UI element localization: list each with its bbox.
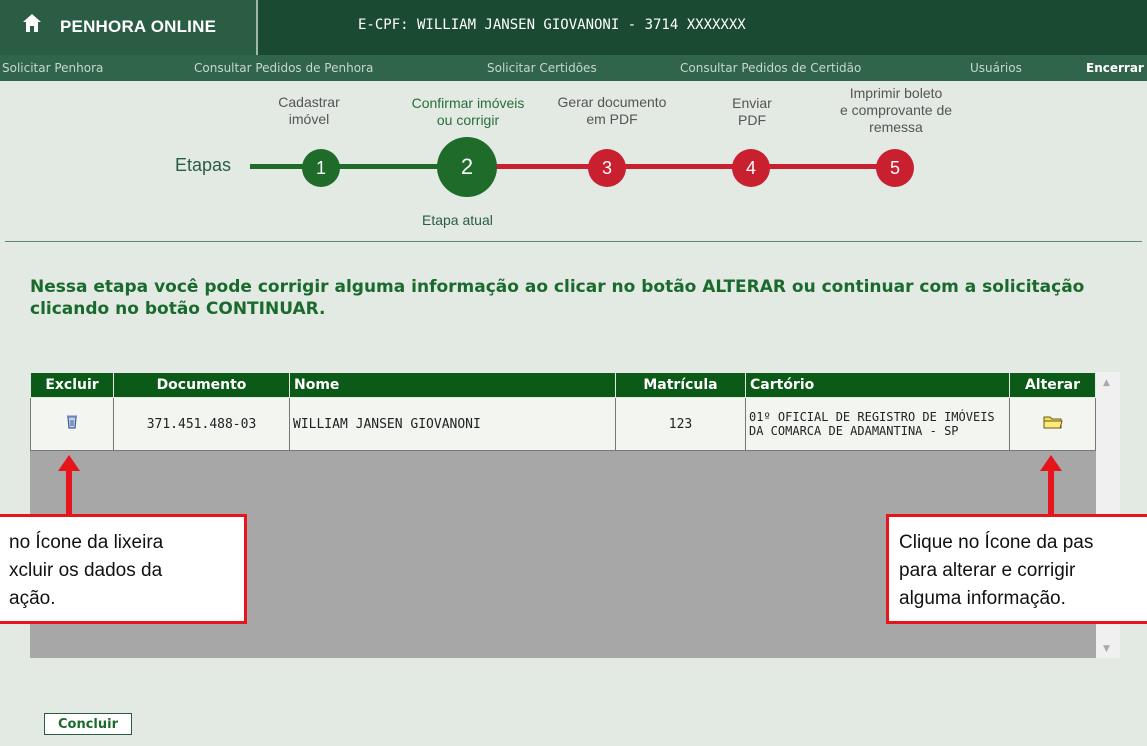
scroll-down-icon[interactable]: ▼	[1103, 644, 1110, 654]
properties-table: Excluir Documento Nome Matrícula Cartóri…	[30, 372, 1096, 451]
app-title: PENHORA ONLINE	[60, 17, 217, 36]
arrow-shaft-left	[66, 470, 72, 515]
home-icon[interactable]	[22, 13, 42, 33]
ecpf-label: E-CPF: WILLIAM JANSEN GIOVANONI - 3714 X…	[358, 17, 746, 33]
folder-icon[interactable]	[1043, 414, 1063, 430]
step-2-label: Confirmar imóveis ou corrigir	[411, 95, 525, 128]
callout-delete-hint: no Ícone da lixeira xcluir os dados da a…	[0, 514, 247, 624]
scroll-up-icon[interactable]: ▲	[1103, 378, 1110, 388]
steps-progress: Cadastrar imóvel Confirmar imóveis ou co…	[0, 82, 1147, 242]
arrow-head-left	[58, 455, 80, 471]
step-1-circle: 1	[302, 149, 340, 187]
col-header-excluir: Excluir	[30, 372, 114, 398]
arrow-head-right	[1040, 455, 1062, 471]
steps-title: Etapas	[175, 155, 232, 175]
concluir-button[interactable]: Concluir	[44, 713, 132, 735]
step-3-circle: 3	[588, 149, 626, 187]
current-step-label: Etapa atual	[422, 212, 493, 228]
step-5-circle: 5	[876, 149, 914, 187]
progress-line-pending	[455, 164, 895, 169]
cell-matricula: 123	[615, 397, 746, 451]
arrow-shaft-right	[1048, 470, 1054, 515]
table-header-row: Excluir Documento Nome Matrícula Cartóri…	[30, 372, 1096, 398]
col-header-cartorio: Cartório	[745, 372, 1010, 398]
step-4-circle: 4	[732, 149, 770, 187]
instructions-text: Nessa etapa você pode corrigir alguma in…	[30, 277, 1085, 319]
step-1-label: Cadastrar imóvel	[278, 94, 340, 127]
col-header-nome: Nome	[289, 372, 616, 398]
nav-encerrar[interactable]: Encerrar	[1086, 61, 1144, 75]
section-divider	[5, 241, 1142, 242]
step-3-label: Gerar documento em PDF	[557, 94, 667, 127]
callout-edit-hint: Clique no Ícone da pas para alterar e co…	[886, 514, 1147, 624]
col-header-alterar: Alterar	[1009, 372, 1096, 398]
trash-icon[interactable]	[65, 414, 79, 430]
top-header: PENHORA ONLINE E-CPF: WILLIAM JANSEN GIO…	[0, 0, 1147, 55]
nav-consultar-pedidos-penhora[interactable]: Consultar Pedidos de Penhora	[194, 61, 373, 75]
nav-solicitar-penhora[interactable]: Solicitar Penhora	[2, 61, 103, 75]
nav-solicitar-certidoes[interactable]: Solicitar Certidões	[487, 61, 597, 75]
cell-nome: WILLIAM JANSEN GIOVANONI	[289, 397, 616, 451]
main-nav: Solicitar Penhora Consultar Pedidos de P…	[0, 55, 1147, 81]
delete-cell	[30, 397, 114, 451]
table-row: 371.451.488-03 WILLIAM JANSEN GIOVANONI …	[30, 397, 1096, 451]
col-header-matricula: Matrícula	[615, 372, 746, 398]
brand-area[interactable]: PENHORA ONLINE	[0, 0, 258, 55]
nav-usuarios[interactable]: Usuários	[970, 61, 1022, 75]
step-4-label: Enviar PDF	[732, 95, 772, 128]
step-5-label: Imprimir boleto e comprovante de remessa	[839, 85, 953, 135]
cell-documento: 371.451.488-03	[113, 397, 290, 451]
edit-cell	[1009, 397, 1096, 451]
cell-cartorio: 01º OFICIAL DE REGISTRO DE IMÓVEIS DA CO…	[745, 397, 1010, 451]
col-header-documento: Documento	[113, 372, 290, 398]
progress-line-done	[250, 164, 455, 169]
nav-consultar-pedidos-certidao[interactable]: Consultar Pedidos de Certidão	[680, 61, 861, 75]
step-2-circle: 2	[437, 137, 497, 197]
